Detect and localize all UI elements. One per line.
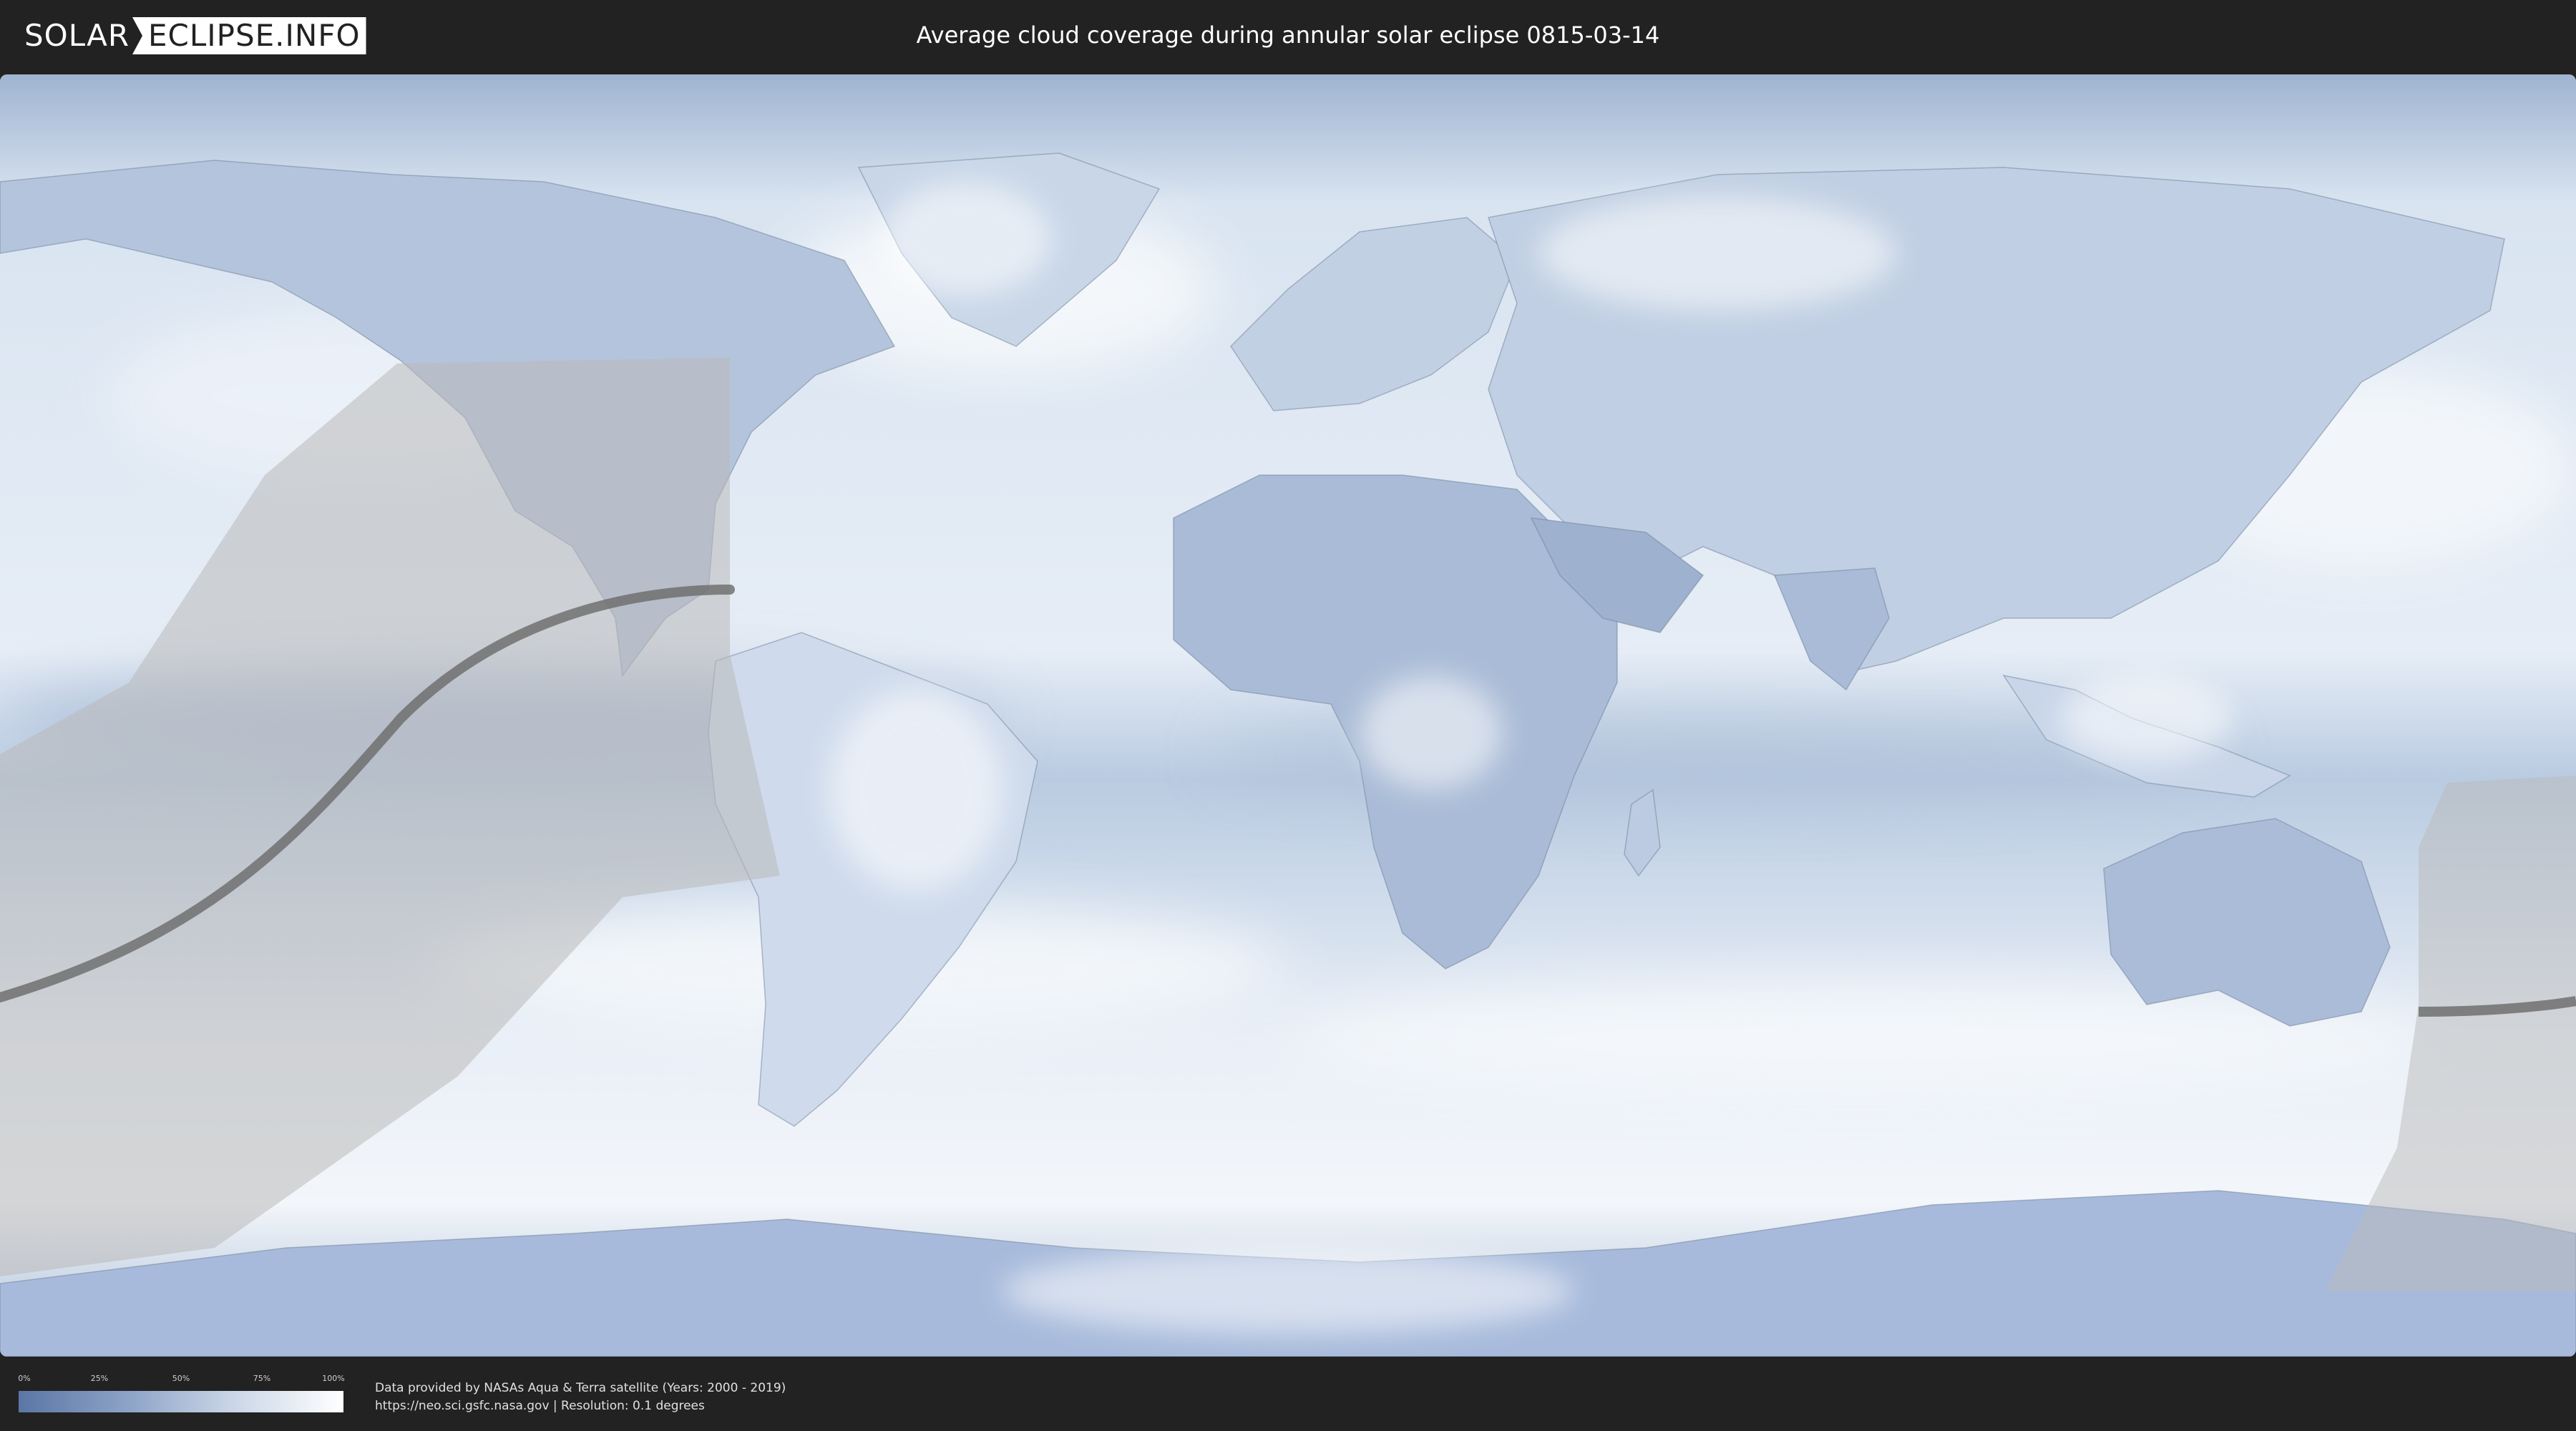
credits-line-2: https://neo.sci.gsfc.nasa.gov | Resoluti… — [375, 1399, 705, 1413]
world-map-svg — [0, 74, 2576, 1357]
cloud-coverage-legend: 0% 25% 50% 75% 100% — [18, 1374, 345, 1414]
legend-color-bar — [19, 1391, 343, 1412]
header-bar: SOLAR ECLIPSE.INFO Average cloud coverag… — [0, 0, 2576, 70]
legend-tick-0: 0% — [18, 1374, 31, 1383]
legend-tick-75: 75% — [253, 1374, 271, 1383]
legend-tick-100: 100% — [322, 1374, 345, 1383]
page-title: Average cloud coverage during annular so… — [916, 21, 1660, 49]
legend-tick-50: 50% — [172, 1374, 190, 1383]
legend-tick-25: 25% — [90, 1374, 109, 1383]
legend-ticks: 0% 25% 50% 75% 100% — [18, 1374, 345, 1384]
cloud-coverage-map — [0, 74, 2576, 1357]
data-credits: Data provided by NASAs Aqua & Terra sate… — [375, 1379, 786, 1415]
credits-line-1: Data provided by NASAs Aqua & Terra sate… — [375, 1381, 786, 1395]
